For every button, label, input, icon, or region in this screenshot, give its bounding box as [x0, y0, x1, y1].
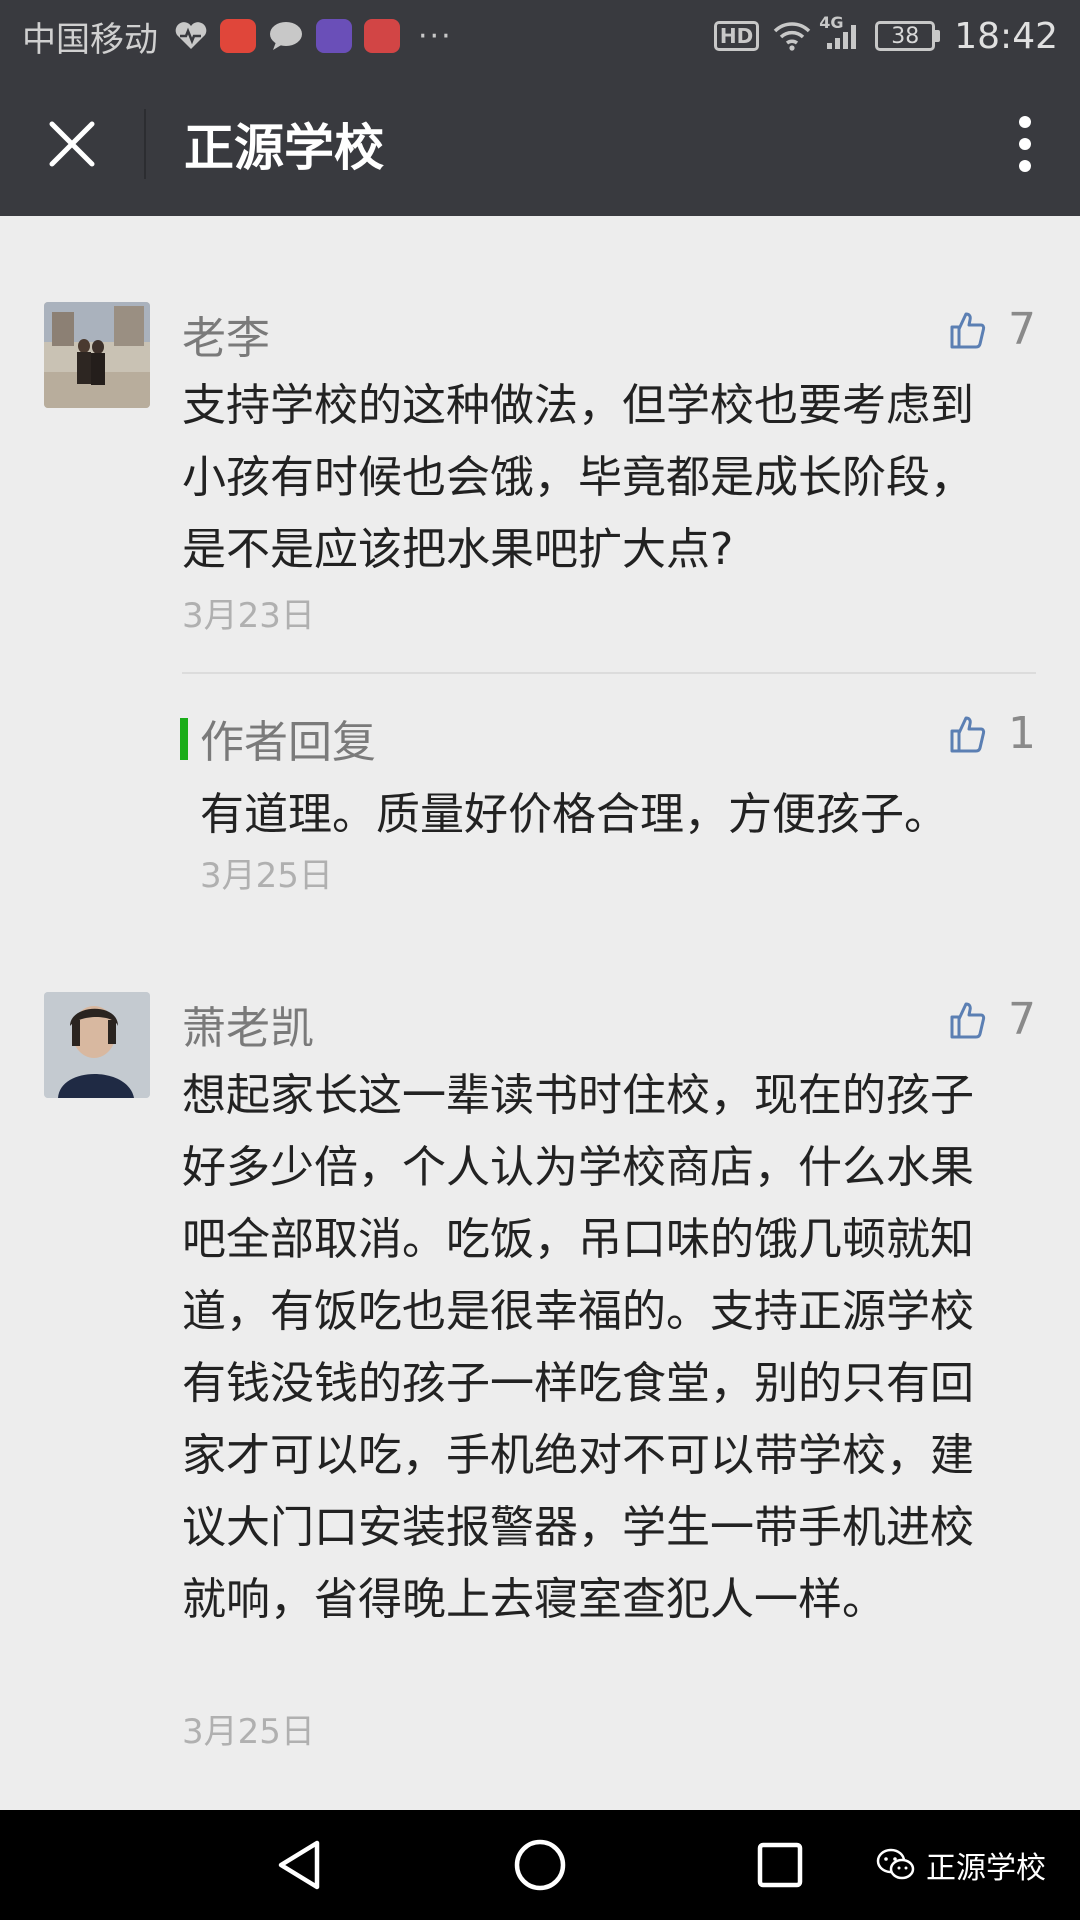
reply-like-count: 1: [1008, 708, 1036, 759]
more-menu-button[interactable]: [970, 72, 1080, 216]
home-circle-icon: [514, 1839, 566, 1891]
clock: 18:42: [954, 15, 1058, 57]
chat-bubble-icon: [270, 22, 302, 50]
avatar[interactable]: [44, 302, 150, 408]
back-triangle-icon: [278, 1840, 320, 1890]
comment-text: 想起家长这一辈读书时住校，现在的孩子好多少倍，个人认为学校商店，什么水果吧全部取…: [182, 1070, 974, 1625]
comment-date: 3月23日: [182, 596, 315, 636]
network-type-label: 4G: [819, 13, 844, 32]
watermark: 正源学校: [876, 1810, 1046, 1920]
battery-level: 38: [875, 21, 936, 51]
system-nav-bar: 正源学校: [0, 1810, 1080, 1920]
app-notification-icon: [364, 19, 400, 53]
screen: 中国移动 ··· HD 4G 38 18:42 正源学校 老李 7 支持学校的这…: [0, 0, 1080, 1920]
page-title: 正源学校: [184, 119, 384, 177]
recents-button[interactable]: [725, 1810, 835, 1920]
comment-list[interactable]: 老李 7 支持学校的这种做法，但学校也要考虑到小孩有时候也会饿，毕竟都是成长阶段…: [0, 216, 1080, 1810]
reply-label: 作者回复: [200, 717, 376, 768]
back-button[interactable]: [245, 1810, 355, 1920]
more-vertical-icon: [1019, 116, 1031, 172]
close-button[interactable]: [0, 72, 144, 216]
battery-icon: 38: [875, 21, 941, 51]
health-heart-icon: [175, 22, 207, 49]
like-button[interactable]: 7: [948, 304, 1036, 355]
reply-accent-bar: [180, 718, 188, 760]
avatar[interactable]: [44, 992, 150, 1098]
reply-text: 有道理。质量好价格合理，方便孩子。: [200, 789, 948, 840]
more-notifications-icon: ···: [418, 18, 453, 54]
hd-badge: HD: [713, 21, 760, 51]
commenter-name: 老李: [182, 313, 270, 364]
home-button[interactable]: [485, 1810, 595, 1920]
like-button[interactable]: 7: [948, 994, 1036, 1045]
comment-date: 3月25日: [182, 1712, 315, 1752]
like-count: 7: [1008, 994, 1036, 1045]
recents-square-icon: [757, 1842, 803, 1888]
app-bar: 正源学校: [0, 72, 1080, 216]
news-app-icon: [220, 19, 256, 53]
thumbs-up-icon: [950, 716, 986, 752]
close-icon: [49, 121, 95, 167]
comment-text: 支持学校的这种做法，但学校也要考虑到小孩有时候也会饿，毕竟都是成长阶段，是不是应…: [182, 380, 974, 575]
like-count: 7: [1008, 304, 1036, 355]
wechat-icon: [876, 1848, 915, 1880]
status-bar: 中国移动 ··· HD 4G 38 18:42: [0, 0, 1080, 72]
video-app-icon: [316, 19, 352, 53]
wifi-icon: [774, 22, 811, 51]
reply-divider: [182, 672, 1036, 674]
app-bar-divider: [144, 109, 146, 179]
reply-date: 3月25日: [200, 856, 333, 896]
reply-like-button[interactable]: 1: [948, 708, 1036, 759]
thumbs-up-icon: [950, 312, 986, 348]
watermark-text: 正源学校: [926, 1851, 1046, 1886]
thumbs-up-icon: [950, 1002, 986, 1038]
carrier-label: 中国移动: [22, 19, 158, 60]
cell-signal-icon: 4G: [819, 13, 861, 51]
commenter-name: 萧老凯: [182, 1003, 314, 1054]
